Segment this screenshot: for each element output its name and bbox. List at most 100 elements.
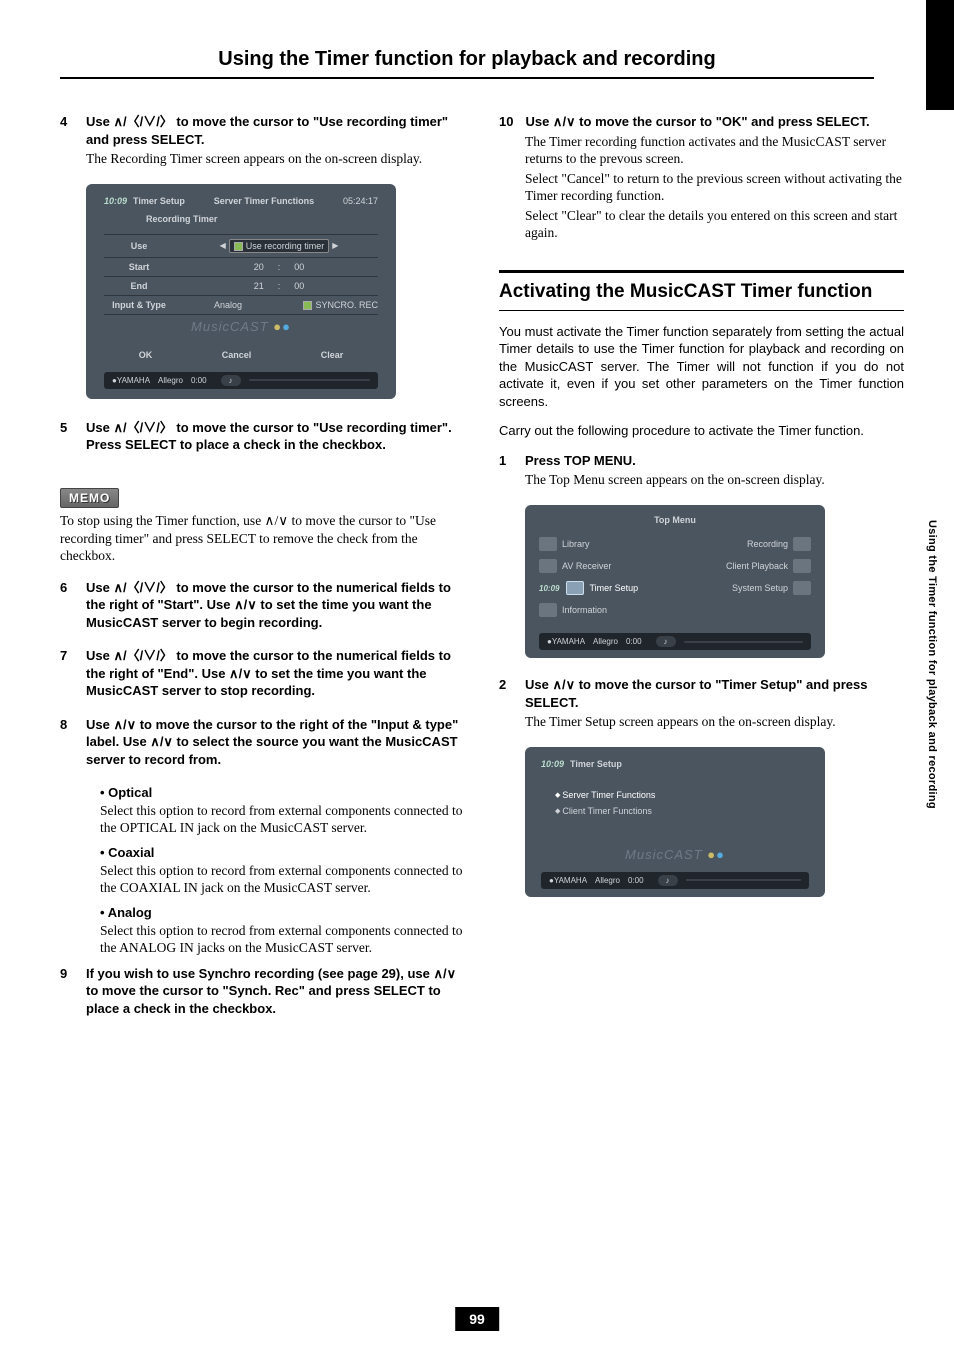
scr-title2: Recording Timer: [146, 214, 378, 224]
section-p2: Carry out the following procedure to act…: [499, 422, 904, 440]
side-section-label: Using the Timer function for playback an…: [926, 520, 938, 809]
page-title: Using the Timer function for playback an…: [60, 48, 874, 79]
step10-body1: The Timer recording function activates a…: [525, 133, 904, 168]
progress-bar: [684, 641, 803, 643]
step-number: 1: [499, 452, 513, 470]
analog-body: Select this option to recrod from extern…: [100, 922, 465, 957]
tm-library: Library: [562, 539, 590, 549]
colon: :: [278, 262, 281, 272]
status-pill: ♪: [658, 875, 678, 886]
step4-head: Use ∧/〈/∨/〉 to move the cursor to "Use r…: [86, 113, 465, 148]
step-number: 2: [499, 676, 513, 711]
progress-bar: [686, 879, 801, 881]
page-number: 99: [455, 1307, 499, 1331]
scr-title1: Server Timer Functions: [214, 196, 314, 206]
start-min: 00: [294, 262, 304, 272]
step-number: 9: [60, 965, 74, 1018]
coaxial-head: Coaxial: [100, 845, 465, 860]
step-number: 7: [60, 647, 74, 700]
step-number: 10: [499, 113, 513, 131]
brand: ●YAMAHA: [547, 637, 585, 646]
right-column: 10 Use ∧/∨ to move the cursor to "OK" an…: [499, 113, 904, 1033]
tm-timersetup: Timer Setup: [589, 583, 638, 593]
start-hour: 20: [254, 262, 264, 272]
information-icon: [539, 603, 557, 617]
coaxial-body: Select this option to record from extern…: [100, 862, 465, 897]
left-column: 4 Use ∧/〈/∨/〉 to move the cursor to "Use…: [60, 113, 465, 1033]
ts-client-timer: Client Timer Functions: [555, 803, 805, 819]
step9-head: If you wish to use Synchro recording (se…: [86, 965, 465, 1018]
playback-pos: 0:00: [191, 376, 207, 385]
end-min: 00: [294, 281, 304, 291]
step10-head: Use ∧/∨ to move the cursor to "OK" and p…: [525, 113, 869, 131]
step2-head: Use ∧/∨ to move the cursor to "Timer Set…: [525, 676, 904, 711]
section-heading: Activating the MusicCAST Timer function: [499, 270, 904, 311]
scr-clock: 10:09: [104, 196, 127, 206]
brand: ●YAMAHA: [549, 876, 587, 885]
section-tab: [926, 0, 954, 110]
step7-head: Use ∧/〈/∨/〉 to move the cursor to the nu…: [86, 647, 465, 700]
av-receiver-icon: [539, 559, 557, 573]
top-menu-title: Top Menu: [539, 515, 811, 525]
ts-breadcrumb: Timer Setup: [570, 759, 622, 769]
track-name: Allegro: [593, 637, 618, 646]
watermark: MusicCAST ●●: [541, 847, 809, 862]
timer-setup-icon: [566, 581, 584, 595]
client-playback-icon: [793, 559, 811, 573]
step10-body2: Select "Cancel" to return to the previou…: [525, 170, 904, 205]
analog-head: Analog: [100, 905, 465, 920]
ts-clock: 10:09: [541, 759, 564, 769]
step6-head: Use ∧/〈/∨/〉 to move the cursor to the nu…: [86, 579, 465, 632]
cancel-button: Cancel: [222, 350, 252, 360]
syncro-rec-label: SYNCRO. REC: [315, 300, 378, 310]
timer-setup-screenshot: 10:09 Timer Setup Server Timer Functions…: [525, 747, 825, 897]
watermark: MusicCAST ●●: [104, 319, 378, 334]
checkbox-icon: [303, 301, 312, 310]
ts-server-timer: Server Timer Functions: [555, 787, 805, 803]
left-arrow-icon: ◀: [220, 241, 226, 250]
end-hour: 21: [254, 281, 264, 291]
tm-systemsetup: System Setup: [732, 583, 788, 593]
memo-badge: MEMO: [60, 488, 119, 508]
optical-head: Optical: [100, 785, 465, 800]
step5-head: Use ∧/〈/∨/〉 to move the cursor to "Use r…: [86, 419, 465, 454]
step-number: 5: [60, 419, 74, 454]
use-label: Use: [104, 241, 174, 251]
tm-recording: Recording: [747, 539, 788, 549]
recording-timer-screenshot: 10:09 Timer Setup Server Timer Functions…: [86, 184, 396, 399]
track-name: Allegro: [158, 376, 183, 385]
step8-head: Use ∧/∨ to move the cursor to the right …: [86, 716, 465, 769]
start-label: Start: [104, 262, 174, 272]
progress-bar: [249, 379, 370, 381]
use-field: Use recording timer: [246, 241, 325, 251]
track-name: Allegro: [595, 876, 620, 885]
playback-pos: 0:00: [626, 637, 642, 646]
system-setup-icon: [793, 581, 811, 595]
step4-body: The Recording Timer screen appears on th…: [86, 150, 465, 168]
clear-button: Clear: [321, 350, 344, 360]
ok-button: OK: [139, 350, 153, 360]
library-icon: [539, 537, 557, 551]
end-label: End: [104, 281, 174, 291]
input-type-label: Input & Type: [104, 300, 174, 310]
colon: :: [278, 281, 281, 291]
top-menu-screenshot: Top Menu Library AV Receiver 10:09 Timer …: [525, 505, 825, 658]
step-number: 8: [60, 716, 74, 769]
status-pill: ♪: [221, 375, 241, 386]
checkbox-icon: [234, 242, 243, 251]
tm-clock: 10:09: [539, 584, 559, 593]
tm-avreceiver: AV Receiver: [562, 561, 611, 571]
scr-time-right: 05:24:17: [343, 196, 378, 206]
recording-icon: [793, 537, 811, 551]
step-number: 6: [60, 579, 74, 632]
status-pill: ♪: [656, 636, 676, 647]
right-arrow-icon: ▶: [332, 241, 338, 250]
tm-information: Information: [562, 605, 607, 615]
tm-clientplayback: Client Playback: [726, 561, 788, 571]
step2-body: The Timer Setup screen appears on the on…: [525, 713, 904, 731]
step10-body3: Select "Clear" to clear the details you …: [525, 207, 904, 242]
scr-breadcrumb: Timer Setup: [133, 196, 185, 206]
step1-head: Press TOP MENU.: [525, 452, 636, 470]
input-type-value: Analog: [180, 300, 276, 310]
brand: ●YAMAHA: [112, 376, 150, 385]
